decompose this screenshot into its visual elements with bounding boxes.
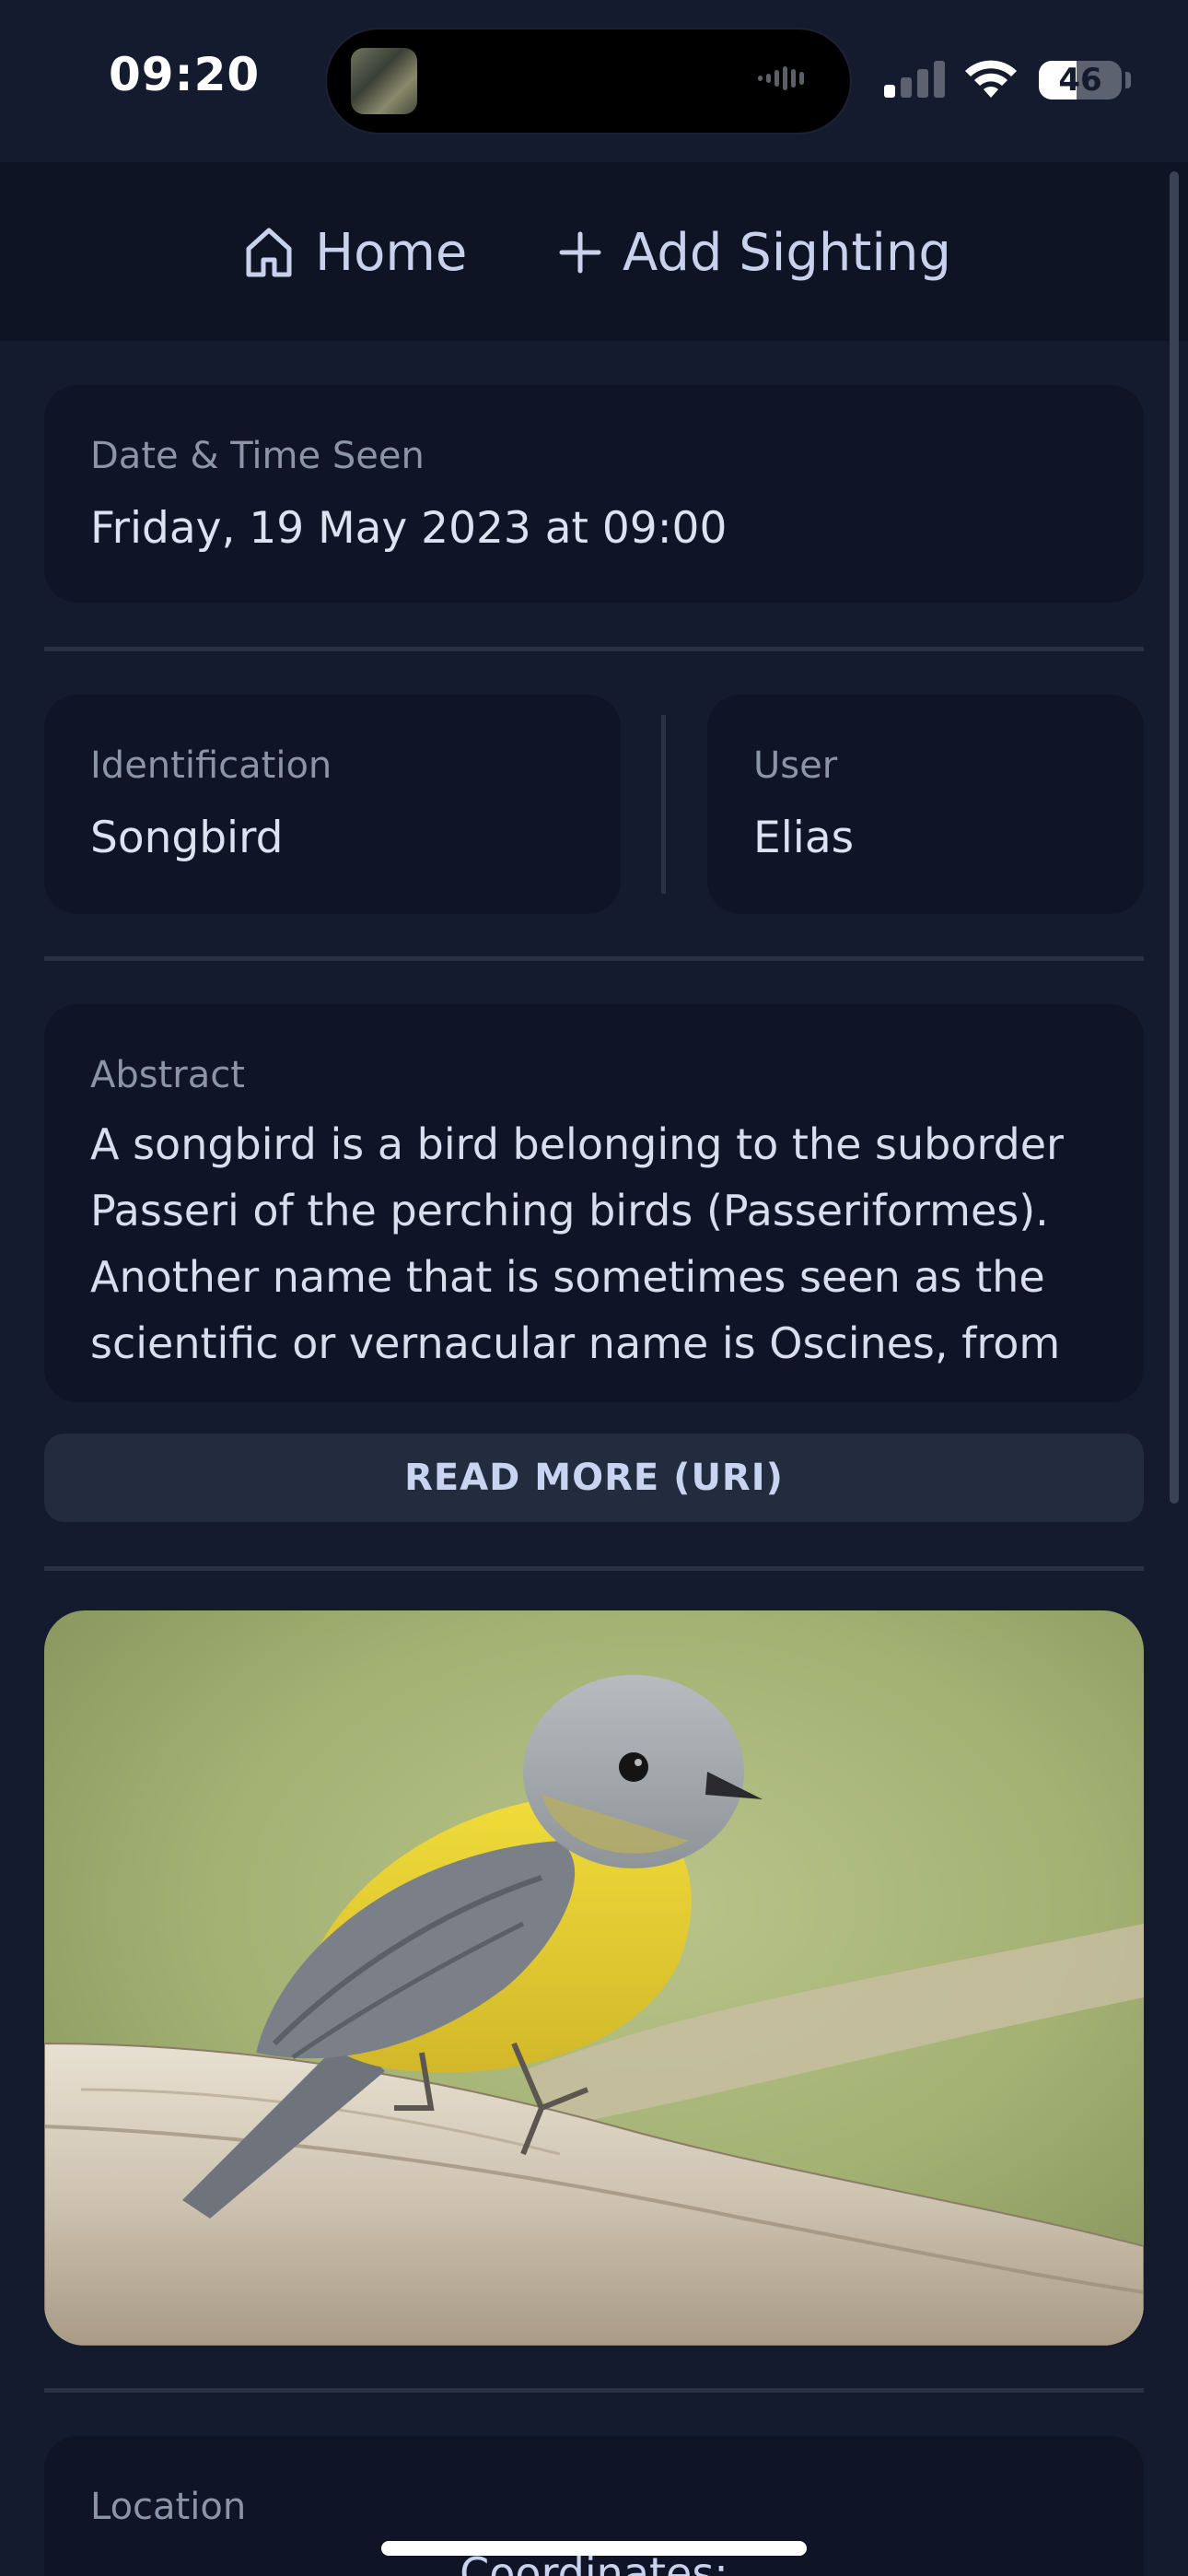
nav-add-sighting-label: Add Sighting [623, 222, 951, 283]
battery-icon: 46 [1039, 61, 1122, 100]
location-label: Location [90, 2486, 247, 2528]
section-divider [44, 647, 1144, 651]
sighting-detail-screen: 09:20 46 Home Add Sighting Date & Time S… [0, 0, 1188, 2576]
column-divider [661, 715, 666, 894]
date-time-card: Date & Time Seen Friday, 19 May 2023 at … [44, 385, 1144, 603]
page-scrollbar[interactable] [1170, 171, 1179, 1504]
wifi-icon [965, 60, 1017, 98]
section-divider [44, 956, 1144, 961]
section-divider [44, 1566, 1144, 1571]
home-indicator[interactable] [381, 2541, 807, 2556]
plus-icon [559, 231, 601, 274]
nav-home-link[interactable]: Home [243, 216, 467, 289]
identification-card: Identification Songbird [44, 695, 621, 914]
dynamic-island[interactable] [327, 29, 850, 133]
now-playing-artwork [351, 48, 417, 114]
date-time-value: Friday, 19 May 2023 at 09:00 [90, 503, 728, 554]
abstract-card[interactable]: Abstract A songbird is a bird belonging … [44, 1004, 1144, 1402]
nav-home-label: Home [315, 222, 468, 283]
nav-add-sighting-link[interactable]: Add Sighting [558, 216, 951, 289]
abstract-label: Abstract [90, 1054, 245, 1096]
user-label: User [753, 744, 838, 787]
section-divider [44, 2388, 1144, 2393]
battery-percentage: 46 [1058, 62, 1102, 99]
abstract-text: A songbird is a bird belonging to the su… [90, 1119, 1064, 1368]
top-navigation: Home Add Sighting [0, 162, 1188, 341]
bird-photo-illustration [44, 1610, 1144, 2346]
date-time-label: Date & Time Seen [90, 435, 425, 477]
user-value: Elias [753, 813, 855, 863]
identification-value: Songbird [90, 813, 284, 863]
status-bar: 09:20 46 [0, 0, 1188, 162]
battery-tip [1125, 72, 1131, 88]
identification-label: Identification [90, 744, 332, 787]
home-icon [246, 228, 292, 277]
status-time: 09:20 [109, 48, 261, 101]
audio-waveform-icon [758, 66, 819, 96]
read-more-button[interactable]: READ MORE (URI) [44, 1434, 1144, 1522]
bird-photo [44, 1610, 1144, 2346]
cellular-signal-icon [884, 61, 945, 98]
user-card: User Elias [707, 695, 1144, 914]
